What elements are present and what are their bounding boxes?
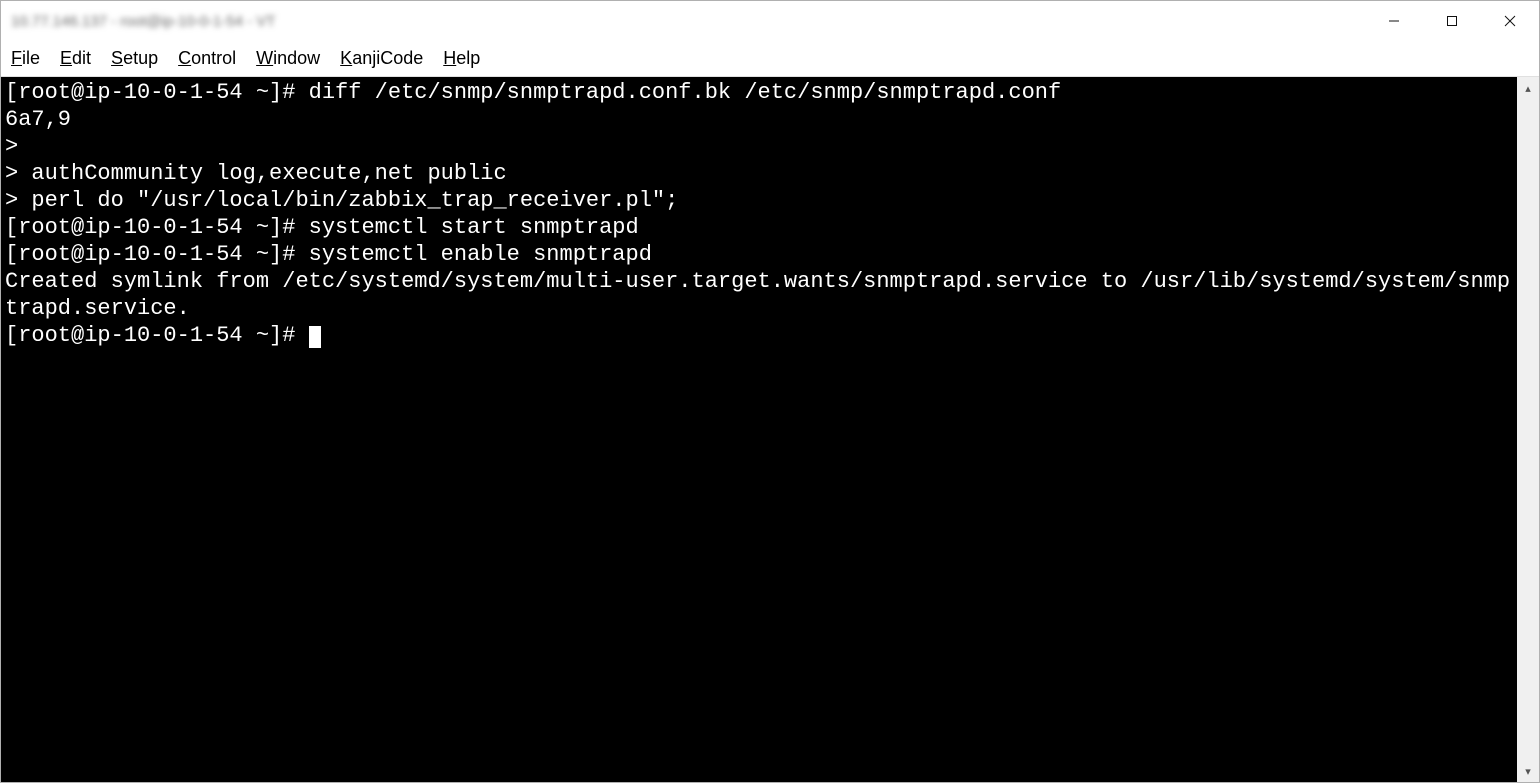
terminal-cursor	[309, 326, 321, 348]
close-icon	[1504, 15, 1516, 27]
menu-edit[interactable]: Edit	[60, 48, 91, 69]
chevron-up-icon: ▴	[1525, 82, 1531, 95]
minimize-icon	[1388, 15, 1400, 27]
window-controls	[1365, 1, 1539, 41]
terminal-area: [root@ip-10-0-1-54 ~]# diff /etc/snmp/sn…	[1, 77, 1539, 782]
close-button[interactable]	[1481, 1, 1539, 41]
chevron-down-icon: ▾	[1525, 765, 1531, 778]
app-window: 10.77.146.137 - root@ip-10-0-1-54 - VT F…	[0, 0, 1540, 783]
terminal-line: [root@ip-10-0-1-54 ~]# systemctl start s…	[5, 214, 1513, 241]
scrollbar[interactable]: ▴ ▾	[1517, 77, 1539, 782]
scrollbar-track[interactable]	[1517, 99, 1539, 760]
menubar: File Edit Setup Control Window KanjiCode…	[1, 41, 1539, 77]
terminal-line: [root@ip-10-0-1-54 ~]# diff /etc/snmp/sn…	[5, 79, 1513, 106]
menu-window[interactable]: Window	[256, 48, 320, 69]
terminal-prompt: [root@ip-10-0-1-54 ~]#	[5, 323, 309, 348]
terminal-line: 6a7,9	[5, 106, 1513, 133]
menu-kanji[interactable]: KanjiCode	[340, 48, 423, 69]
maximize-button[interactable]	[1423, 1, 1481, 41]
menu-help[interactable]: Help	[443, 48, 480, 69]
terminal-line: [root@ip-10-0-1-54 ~]# systemctl enable …	[5, 241, 1513, 268]
minimize-button[interactable]	[1365, 1, 1423, 41]
terminal[interactable]: [root@ip-10-0-1-54 ~]# diff /etc/snmp/sn…	[1, 77, 1517, 782]
terminal-prompt-line: [root@ip-10-0-1-54 ~]#	[5, 322, 1513, 349]
titlebar[interactable]: 10.77.146.137 - root@ip-10-0-1-54 - VT	[1, 1, 1539, 41]
maximize-icon	[1446, 15, 1458, 27]
menu-setup[interactable]: Setup	[111, 48, 158, 69]
scroll-down-button[interactable]: ▾	[1517, 760, 1539, 782]
terminal-line: >	[5, 133, 1513, 160]
scroll-up-button[interactable]: ▴	[1517, 77, 1539, 99]
terminal-line: > authCommunity log,execute,net public	[5, 160, 1513, 187]
window-title: 10.77.146.137 - root@ip-10-0-1-54 - VT	[11, 13, 276, 30]
menu-file[interactable]: File	[11, 48, 40, 69]
terminal-line: > perl do "/usr/local/bin/zabbix_trap_re…	[5, 187, 1513, 214]
menu-control[interactable]: Control	[178, 48, 236, 69]
terminal-line: Created symlink from /etc/systemd/system…	[5, 268, 1513, 322]
